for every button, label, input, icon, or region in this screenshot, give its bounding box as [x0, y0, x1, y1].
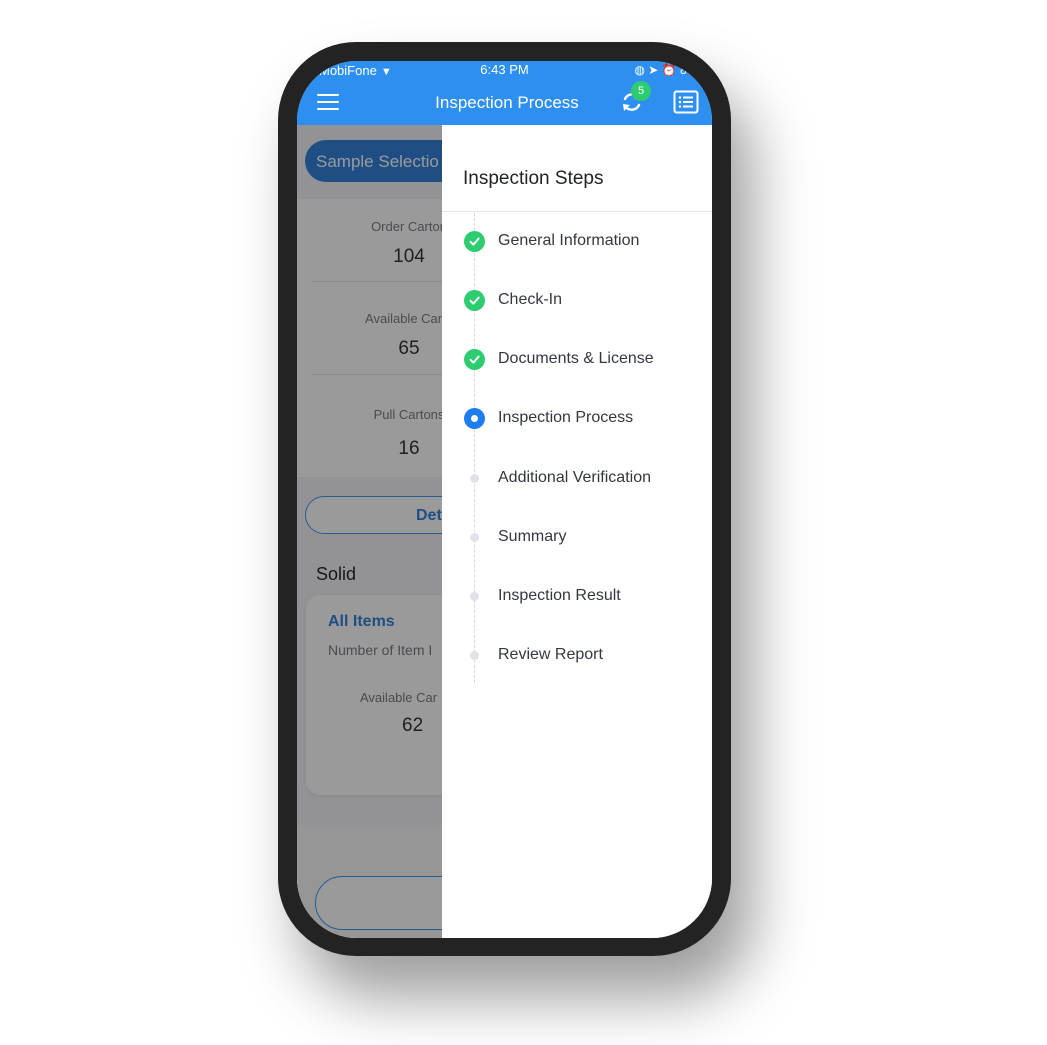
lock-rotation-icon: ◍: [634, 63, 645, 77]
radio-dot-icon: [464, 408, 485, 429]
dot-icon: [470, 592, 479, 601]
step-label: Review Report: [498, 646, 603, 663]
checkmark-icon: [464, 290, 485, 311]
step-label: Check-In: [498, 291, 563, 308]
step-label: Additional Verification: [498, 469, 651, 486]
drawer-title: Inspection Steps: [463, 168, 604, 189]
page-title: Inspection Process: [435, 93, 579, 112]
dot-icon: [470, 533, 479, 542]
step-label: General Information: [498, 232, 640, 249]
status-bar: MobiFone ▼ 6:43 PM ◍ ➤ ⏰ 80%: [297, 61, 712, 79]
step-label: Summary: [498, 528, 567, 545]
step-inspection-process[interactable]: Inspection Process: [442, 404, 712, 434]
step-review-report[interactable]: Review Report: [442, 641, 712, 671]
step-documents-license[interactable]: Documents & License: [442, 345, 712, 375]
step-label: Inspection Process: [498, 409, 634, 426]
step-check-in[interactable]: Check-In: [442, 286, 712, 316]
dot-icon: [470, 651, 479, 660]
checkmark-icon: [464, 231, 485, 252]
alarm-icon: ⏰: [661, 63, 677, 77]
step-label: Documents & License: [498, 350, 654, 367]
drawer-divider: [442, 211, 712, 212]
step-additional-verification[interactable]: Additional Verification: [442, 464, 712, 494]
step-label: Inspection Result: [498, 587, 621, 604]
sync-count-badge: 5: [631, 81, 651, 101]
battery-level: 80%: [679, 63, 704, 77]
step-inspection-result[interactable]: Inspection Result: [442, 582, 712, 612]
timeline-line: [474, 213, 475, 683]
step-general-information[interactable]: General Information: [442, 227, 712, 257]
app-header: Inspection Process 5: [297, 79, 712, 125]
step-summary[interactable]: Summary: [442, 523, 712, 553]
dot-icon: [470, 474, 479, 483]
phone-screen: MobiFone ▼ 6:43 PM ◍ ➤ ⏰ 80% Inspection P…: [297, 61, 712, 938]
inspection-steps-drawer: Inspection Steps General Information Che…: [442, 125, 712, 938]
status-indicators: ◍ ➤ ⏰ 80%: [634, 63, 704, 77]
checkmark-icon: [464, 349, 485, 370]
list-icon[interactable]: [673, 90, 699, 114]
location-icon: ➤: [648, 63, 659, 77]
